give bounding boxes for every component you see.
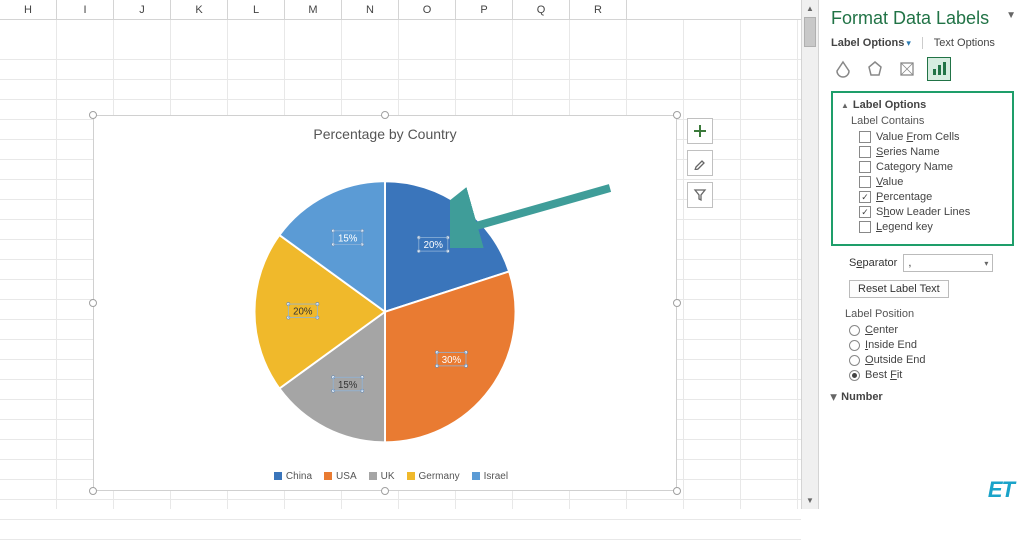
column-headers: H I J K L M N O P Q R <box>0 0 801 20</box>
label-position-heading: Label Position <box>845 308 1014 320</box>
checkbox-category-name[interactable]: Category Name <box>859 161 1006 173</box>
col-header[interactable]: M <box>285 0 342 19</box>
data-label[interactable]: 20% <box>424 241 444 252</box>
chart-legend[interactable]: China USA UK Germany Israel <box>94 471 676 482</box>
radio-inside-end[interactable]: Inside End <box>849 339 1014 351</box>
format-data-labels-pane: ▼ Format Data Labels Label Options▾ Text… <box>818 0 1024 509</box>
plus-icon <box>693 124 707 138</box>
chart-elements-button[interactable] <box>687 118 713 144</box>
legend-swatch[interactable] <box>407 472 415 480</box>
checkbox-show-leader-lines[interactable]: ✓Show Leader Lines <box>859 206 1006 218</box>
resize-handle[interactable] <box>673 111 681 119</box>
data-label[interactable]: 20% <box>293 307 313 318</box>
scroll-track[interactable] <box>802 17 818 492</box>
resize-handle[interactable] <box>673 299 681 307</box>
resize-handle[interactable] <box>89 487 97 495</box>
checkbox-legend-key[interactable]: Legend key <box>859 221 1006 233</box>
col-header[interactable]: Q <box>513 0 570 19</box>
col-header[interactable]: K <box>171 0 228 19</box>
tab-label-options[interactable]: Label Options <box>831 37 904 49</box>
spreadsheet-grid[interactable]: H I J K L M N O P Q R Percentage by Coun… <box>0 0 801 509</box>
resize-handle[interactable] <box>673 487 681 495</box>
separator-label: Separator <box>849 257 897 269</box>
label-options-icon[interactable] <box>927 57 951 81</box>
label-contains-heading: Label Contains <box>851 115 1006 127</box>
resize-handle[interactable] <box>89 299 97 307</box>
chart-title[interactable]: Percentage by Country <box>94 116 676 148</box>
checkbox-value[interactable]: Value <box>859 176 1006 188</box>
col-header[interactable]: I <box>57 0 114 19</box>
chart-object[interactable]: Percentage by Country 20% 30% 15% 20% 15% Ch… <box>93 115 677 491</box>
pane-title: Format Data Labels <box>831 8 1014 29</box>
col-header[interactable]: L <box>228 0 285 19</box>
radio-outside-end[interactable]: Outside End <box>849 354 1014 366</box>
watermark-logo: ET <box>988 477 1014 503</box>
col-header[interactable]: P <box>456 0 513 19</box>
legend-label[interactable]: Germany <box>419 471 460 482</box>
data-label[interactable]: 15% <box>338 380 358 391</box>
col-header[interactable]: O <box>399 0 456 19</box>
chart-filters-button[interactable] <box>687 182 713 208</box>
vertical-scrollbar[interactable]: ▲ ▼ <box>801 0 818 509</box>
radio-center[interactable]: Center <box>849 324 1014 336</box>
pane-menu-button[interactable]: ▼ <box>1006 10 1016 21</box>
col-header[interactable]: J <box>114 0 171 19</box>
col-header[interactable]: H <box>0 0 57 19</box>
pie-chart[interactable]: 20% 30% 15% 20% 15% <box>240 167 530 460</box>
scroll-down-button[interactable]: ▼ <box>802 492 818 509</box>
legend-label[interactable]: China <box>286 471 312 482</box>
tab-text-options[interactable]: Text Options <box>934 37 995 49</box>
separator-select[interactable]: ,▾ <box>903 254 993 272</box>
col-header[interactable]: R <box>570 0 627 19</box>
checkbox-series-name[interactable]: Series Name <box>859 146 1006 158</box>
checkbox-percentage[interactable]: ✓Percentage <box>859 191 1006 203</box>
scroll-thumb[interactable] <box>804 17 816 47</box>
legend-label[interactable]: UK <box>381 471 395 482</box>
legend-swatch[interactable] <box>472 472 480 480</box>
legend-swatch[interactable] <box>369 472 377 480</box>
effects-icon[interactable] <box>863 57 887 81</box>
fill-line-icon[interactable] <box>831 57 855 81</box>
legend-swatch[interactable] <box>274 472 282 480</box>
size-properties-icon[interactable] <box>895 57 919 81</box>
filter-icon <box>693 188 707 202</box>
scroll-up-button[interactable]: ▲ <box>802 0 818 17</box>
data-label[interactable]: 30% <box>442 355 462 366</box>
col-header[interactable]: N <box>342 0 399 19</box>
label-options-highlight: ▲Label Options Label Contains Value From… <box>831 91 1014 246</box>
chart-styles-button[interactable] <box>687 150 713 176</box>
legend-swatch[interactable] <box>324 472 332 480</box>
resize-handle[interactable] <box>381 487 389 495</box>
brush-icon <box>693 156 707 170</box>
data-label[interactable]: 15% <box>338 234 358 245</box>
radio-best-fit[interactable]: Best Fit <box>849 369 1014 381</box>
section-number[interactable]: ▶Number <box>831 391 1014 403</box>
reset-label-text-button[interactable]: Reset Label Text <box>849 280 949 298</box>
resize-handle[interactable] <box>89 111 97 119</box>
legend-label[interactable]: Israel <box>484 471 508 482</box>
legend-label[interactable]: USA <box>336 471 357 482</box>
resize-handle[interactable] <box>381 111 389 119</box>
section-label-options[interactable]: ▲Label Options <box>841 99 1006 111</box>
checkbox-value-from-cells[interactable]: Value From Cells <box>859 131 1006 143</box>
